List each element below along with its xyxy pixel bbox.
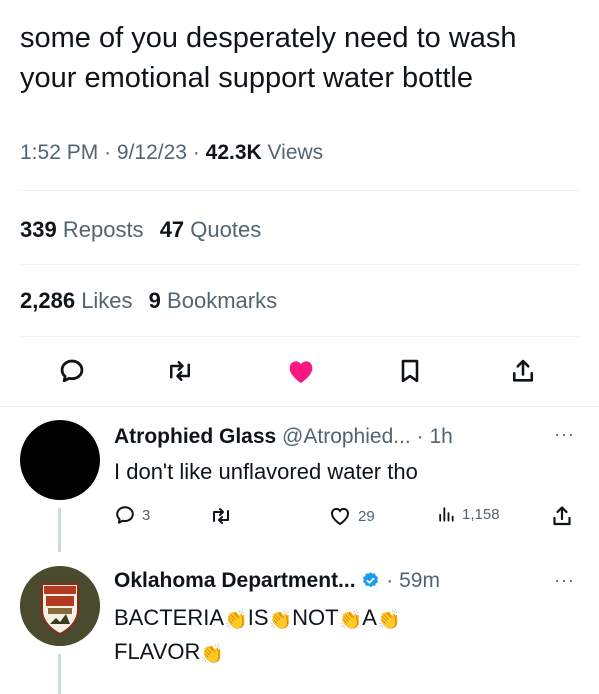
thread-line: [58, 508, 61, 552]
reply-author-handle[interactable]: @Atrophied...: [282, 425, 411, 448]
divider: [20, 190, 579, 191]
reply-reply-button[interactable]: 3: [114, 504, 150, 526]
views-count: 42.3K: [205, 141, 262, 164]
tweet-text: some of you desperately need to wash you…: [20, 18, 580, 98]
avatar[interactable]: [20, 420, 100, 500]
bookmarks-count: 9: [148, 288, 161, 313]
repost-button[interactable]: [163, 354, 197, 388]
heart-icon: [289, 361, 313, 383]
quotes-count: 47: [159, 217, 185, 242]
reply-time[interactable]: 1h: [429, 425, 452, 448]
divider: [20, 336, 579, 337]
reply-repost-button[interactable]: [209, 504, 233, 528]
reply-word: FLAVOR: [114, 639, 201, 664]
reply-word: IS: [247, 605, 269, 630]
share-icon: [553, 506, 571, 526]
reply-like-button[interactable]: 29: [328, 504, 375, 528]
view-count: 1,158: [462, 505, 500, 523]
tweet-date[interactable]: 9/12/23: [117, 141, 187, 164]
more-icon[interactable]: ···: [554, 570, 575, 591]
bookmarks-stat[interactable]: 9 Bookmarks: [149, 288, 277, 313]
reply-author-name[interactable]: Atrophied Glass: [114, 425, 276, 448]
likes-count: 2,286: [20, 288, 76, 313]
thread-line: [58, 654, 61, 694]
bookmarks-label: Bookmarks: [167, 288, 278, 313]
reply-word: NOT: [292, 605, 339, 630]
reposts-label: Reposts: [62, 217, 144, 242]
reply-author-name[interactable]: Oklahoma Department...: [114, 569, 356, 592]
reply-time[interactable]: 59m: [399, 569, 440, 592]
bookmark-button[interactable]: [393, 354, 427, 388]
repost-icon: [170, 361, 190, 381]
reply-count: 3: [142, 506, 151, 524]
reply-button[interactable]: [55, 354, 89, 388]
more-icon[interactable]: ···: [554, 424, 575, 445]
verified-icon: [363, 572, 379, 588]
likes-stat[interactable]: 2,286 Likes: [20, 288, 133, 313]
reply-word: A: [362, 605, 377, 630]
meta-separator: ·: [192, 141, 206, 164]
header-separator: ·: [386, 569, 394, 592]
divider: [0, 406, 599, 407]
heart-outline-icon: [330, 507, 350, 526]
reply-word: BACTERIA: [114, 605, 225, 630]
bookmark-icon: [401, 359, 419, 383]
tweet-text-line-2: your emotional support water bottle: [20, 62, 473, 94]
reply-views-button[interactable]: 1,158: [436, 504, 500, 524]
views-icon: [439, 507, 454, 522]
reply-text: BACTERIA👏IS👏NOT👏A👏 FLAVOR👏: [114, 602, 401, 670]
quotes-stat[interactable]: 47 Quotes: [160, 217, 262, 242]
reply-share-button[interactable]: [550, 504, 574, 528]
share-button[interactable]: [506, 354, 540, 388]
reply-header: Atrophied Glass @Atrophied... · 1h: [114, 425, 453, 449]
clap-icon: 👏: [224, 610, 248, 631]
reply-item[interactable]: Atrophied Glass @Atrophied... · 1h ··· I…: [0, 420, 599, 552]
reply-header: Oklahoma Department... · 59m: [114, 569, 440, 593]
like-count: 29: [358, 507, 375, 525]
reposts-count: 339: [20, 217, 57, 242]
share-icon: [512, 359, 534, 382]
likes-label: Likes: [81, 288, 133, 313]
reply-text: I don't like unflavored water tho: [114, 459, 418, 484]
views-label: Views: [267, 141, 324, 164]
quotes-label: Quotes: [190, 217, 262, 242]
agency-logo-icon: [20, 566, 100, 646]
tweet-text-line-1: some of you desperately need to wash: [20, 22, 517, 54]
reply-icon: [116, 506, 134, 524]
like-stats: 2,286 Likes 9 Bookmarks: [20, 288, 277, 314]
meta-separator: ·: [104, 141, 117, 164]
reply-item[interactable]: Oklahoma Department... · 59m ··· BACTERI…: [0, 566, 599, 694]
repost-stats: 339 Reposts 47 Quotes: [20, 217, 261, 243]
clap-icon: 👏: [268, 610, 293, 631]
repost-icon: [213, 508, 229, 524]
clap-icon: 👏: [338, 610, 363, 631]
like-button[interactable]: [284, 354, 318, 388]
reply-icon: [60, 359, 84, 383]
reposts-stat[interactable]: 339 Reposts: [20, 217, 144, 242]
clap-icon: 👏: [200, 644, 225, 665]
tweet-time[interactable]: 1:52 PM: [20, 141, 98, 164]
clap-icon: 👏: [376, 610, 401, 631]
tweet-meta: 1:52 PM · 9/12/23 · 42.3K Views: [20, 141, 323, 165]
header-separator: ·: [416, 425, 424, 448]
avatar[interactable]: [20, 566, 100, 646]
tweet-action-bar: [0, 354, 599, 388]
divider: [20, 264, 579, 265]
